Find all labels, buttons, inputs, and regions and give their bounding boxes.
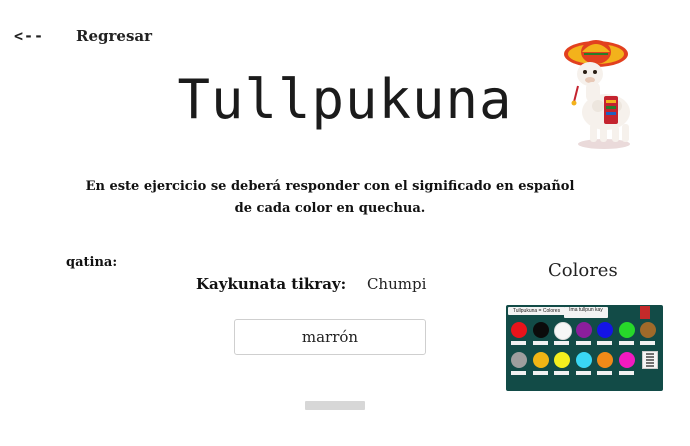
card-subtitle: Ima tullpun kay <box>564 307 608 318</box>
card-title: Tullpukuna = Colores <box>508 307 565 315</box>
colors-heading: Colores <box>548 260 618 281</box>
color-swatch-label <box>554 371 569 375</box>
color-swatch <box>532 352 549 368</box>
color-swatch-label <box>640 341 655 345</box>
color-swatch <box>511 352 527 368</box>
color-swatch <box>554 352 570 368</box>
answer-input[interactable] <box>234 319 426 355</box>
zebra-icon <box>642 351 658 369</box>
back-link[interactable]: Regresar <box>76 27 152 45</box>
back-arrow-icon[interactable]: <-- <box>14 27 44 45</box>
page-title: Tullpukuna <box>177 68 513 131</box>
color-swatch-label <box>532 341 548 345</box>
color-swatch <box>575 322 592 338</box>
flag-icon <box>640 306 650 319</box>
color-swatch-label <box>511 371 526 375</box>
translate-row: Kaykunata tikray: Chumpi <box>196 275 426 293</box>
color-swatch-label <box>575 371 591 375</box>
color-swatch-label <box>511 341 526 345</box>
translate-word: Chumpi <box>366 275 427 293</box>
submit-button[interactable] <box>305 401 365 410</box>
instructions-text: En este ejercicio se deberá responder co… <box>85 179 575 216</box>
color-swatch <box>618 322 635 338</box>
color-swatch-label <box>532 371 548 375</box>
color-swatch-label <box>618 341 634 345</box>
color-swatch-label <box>575 341 591 345</box>
colors-reference-card[interactable]: Tullpukuna = Colores Ima tullpun kay <box>506 305 663 391</box>
color-swatch <box>618 352 635 368</box>
color-swatch-label <box>554 341 569 345</box>
color-swatch <box>597 352 613 368</box>
color-swatch-label <box>597 371 612 375</box>
color-swatch <box>640 322 656 338</box>
color-swatch-label <box>618 371 634 375</box>
color-swatch <box>554 322 572 340</box>
color-swatch <box>511 322 527 338</box>
llama-mascot-image <box>564 40 630 149</box>
color-swatch <box>575 352 592 368</box>
translate-label: Kaykunata tikray: <box>196 275 347 293</box>
color-swatch <box>532 322 549 338</box>
color-swatch-label <box>597 341 612 345</box>
color-swatch <box>597 322 613 338</box>
quechua-word-label: qatina: <box>66 255 118 270</box>
